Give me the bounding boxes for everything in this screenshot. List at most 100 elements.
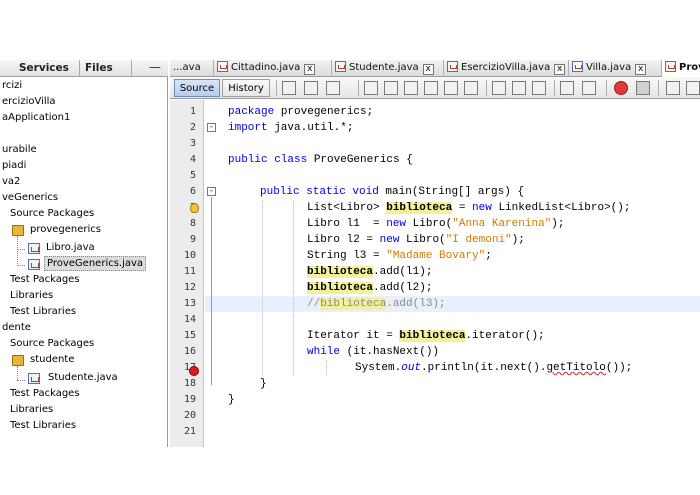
java-file-icon <box>28 373 40 384</box>
find-selection-icon[interactable] <box>424 81 438 95</box>
line-number: 19 <box>183 394 196 405</box>
tree-item-file[interactable]: Studente.java <box>28 370 158 386</box>
close-tab-icon[interactable]: x <box>635 64 647 75</box>
line-number: 4 <box>189 154 196 165</box>
tree-item-project[interactable]: veGenerics <box>2 190 58 206</box>
editor-tab[interactable]: Studente.java x <box>332 60 444 77</box>
editor-tab-active[interactable]: Prov <box>662 60 700 77</box>
fold-toggle-icon[interactable]: - <box>207 187 216 196</box>
next-bookmark-icon[interactable] <box>512 81 526 95</box>
editor-tab[interactable]: Villa.java x <box>569 60 662 77</box>
comment-icon[interactable] <box>666 81 680 95</box>
tree-item-source-packages[interactable]: Source Packages <box>10 206 94 222</box>
back-icon[interactable] <box>282 81 296 95</box>
editor-tab[interactable]: EsercizioVilla.java x <box>444 60 569 77</box>
panel-tabbar: Services Files — <box>0 60 168 77</box>
record-macro-icon[interactable] <box>614 81 628 95</box>
tree-item-test-libraries[interactable]: Test Libraries <box>10 418 76 434</box>
indent-guide <box>262 200 263 376</box>
line-number: 21 <box>183 426 196 437</box>
history-view-button[interactable]: History <box>222 79 270 97</box>
current-line-highlight <box>205 296 700 312</box>
toolbar-separator <box>554 80 555 96</box>
toolbar-separator <box>486 80 487 96</box>
close-tab-icon[interactable]: x <box>422 64 434 75</box>
package-icon <box>12 355 24 366</box>
java-file-icon <box>28 259 40 270</box>
error-icon[interactable] <box>189 366 199 376</box>
tree-guide <box>17 380 25 381</box>
code-line: Libro l1 = new Libro("Anna Karenina"); <box>307 218 565 230</box>
source-view-button[interactable]: Source <box>174 79 220 97</box>
line-number: 14 <box>183 314 196 325</box>
tree-item-package[interactable]: provegenerics <box>12 222 162 238</box>
tree-item-package[interactable]: studente <box>12 352 162 368</box>
editor-toolbar: Source History <box>170 77 700 99</box>
java-file-icon <box>335 61 346 72</box>
projects-panel: Services Files — rcizi ercizioVilla aApp… <box>0 60 168 447</box>
line-number: 13 <box>183 298 196 309</box>
hint-bulb-icon[interactable] <box>190 203 199 213</box>
history-dropdown-icon[interactable] <box>326 81 340 95</box>
find-icon[interactable] <box>364 81 378 95</box>
code-line: Libro l2 = new Libro("I demoni"); <box>307 234 525 246</box>
toolbar-separator <box>358 80 359 96</box>
tree-item-test-libraries[interactable]: Test Libraries <box>10 304 76 320</box>
editor-tabbar: ...ava Cittadino.java x Studente.java x Es… <box>170 60 700 77</box>
line-number: 6 <box>189 186 196 197</box>
code-line-comment: //biblioteca.add(l3); <box>307 298 446 310</box>
java-file-icon <box>447 61 458 72</box>
line-number: 5 <box>189 170 196 181</box>
tree-item-project[interactable]: dente <box>2 320 31 336</box>
minimize-panel-button[interactable]: — <box>148 61 162 74</box>
close-tab-icon[interactable]: x <box>554 64 566 75</box>
line-number: 16 <box>183 346 196 357</box>
find-previous-icon[interactable] <box>384 81 398 95</box>
tree-item-libraries[interactable]: Libraries <box>10 402 53 418</box>
close-tab-icon[interactable]: x <box>304 64 316 75</box>
stop-macro-icon[interactable] <box>636 81 650 95</box>
tree-item-libraries[interactable]: Libraries <box>10 288 53 304</box>
line-number: 2 <box>189 122 196 133</box>
fold-toggle-icon[interactable]: - <box>207 123 216 132</box>
editor-tab[interactable]: Cittadino.java x <box>214 60 332 77</box>
line-number: 15 <box>183 330 196 341</box>
tree-item[interactable]: va2 <box>2 174 20 190</box>
tab-services[interactable]: Services <box>14 60 80 77</box>
forward-icon[interactable] <box>304 81 318 95</box>
tree-item[interactable]: piadi <box>2 158 26 174</box>
line-number: 18 <box>183 378 196 389</box>
tree-item[interactable]: ercizioVilla <box>2 94 56 110</box>
tree-item-file[interactable]: Libro.java <box>28 240 158 256</box>
tree-item[interactable]: rcizi <box>2 78 22 94</box>
tree-item[interactable]: aApplication1 <box>2 110 70 126</box>
tree-item[interactable]: urabile <box>2 142 37 158</box>
editor-tab[interactable]: ...ava <box>170 60 214 77</box>
uncomment-icon[interactable] <box>686 81 700 95</box>
code-line: } <box>260 378 267 390</box>
shift-left-icon[interactable] <box>560 81 574 95</box>
line-number: 1 <box>189 106 196 117</box>
shift-right-icon[interactable] <box>582 81 596 95</box>
tree-item-file-selected[interactable]: ProveGenerics.java <box>28 256 163 272</box>
tree-guide <box>17 236 18 266</box>
find-next-icon[interactable] <box>404 81 418 95</box>
tree-item-test-packages[interactable]: Test Packages <box>10 272 80 288</box>
prev-bookmark-icon[interactable] <box>492 81 506 95</box>
toggle-bookmark-icon[interactable] <box>532 81 546 95</box>
line-number: 10 <box>183 250 196 261</box>
tree-guide <box>17 249 25 250</box>
code-line: System.out.println(it.next().getTitolo()… <box>355 362 633 374</box>
tree-item-test-packages[interactable]: Test Packages <box>10 386 80 402</box>
tree-item-source-packages[interactable]: Source Packages <box>10 336 94 352</box>
code-line: package provegenerics; <box>228 106 374 118</box>
java-file-icon <box>217 61 228 72</box>
line-number: 12 <box>183 282 196 293</box>
toggle-highlight-icon[interactable] <box>444 81 458 95</box>
code-line: biblioteca.add(l1); <box>307 266 433 278</box>
java-file-icon <box>572 61 583 72</box>
tab-files[interactable]: Files <box>80 60 132 77</box>
select-icon[interactable] <box>464 81 478 95</box>
package-icon <box>12 225 24 236</box>
line-number: 3 <box>189 138 196 149</box>
